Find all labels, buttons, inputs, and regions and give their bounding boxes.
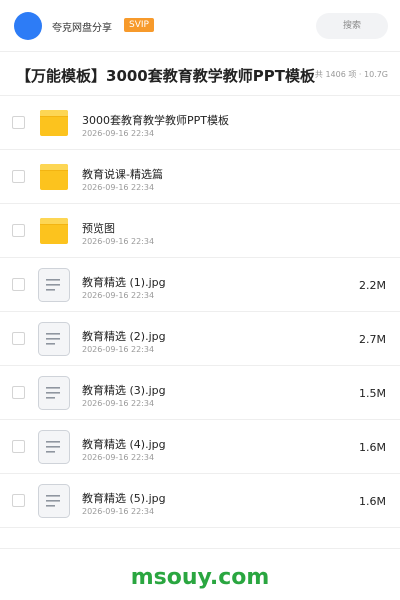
- share-owner-name: 夸克网盘分享: [52, 23, 112, 34]
- file-name[interactable]: 教育说课-精选篇: [82, 166, 163, 182]
- file-date: 2026-09-16 22:34: [82, 129, 155, 138]
- folder-icon: [38, 214, 70, 248]
- file-size: 2.2M: [359, 279, 386, 292]
- select-checkbox[interactable]: [12, 386, 25, 399]
- file-name[interactable]: 预览图: [82, 220, 115, 236]
- folder-icon: [38, 106, 70, 140]
- file-date: 2026-09-16 22:34: [82, 345, 155, 354]
- file-date: 2026-09-16 22:34: [82, 183, 155, 192]
- select-checkbox[interactable]: [12, 224, 25, 237]
- document-icon: [38, 430, 70, 464]
- select-checkbox[interactable]: [12, 332, 25, 345]
- file-name[interactable]: 教育精选 (5).jpg: [82, 490, 166, 506]
- select-checkbox[interactable]: [12, 278, 25, 291]
- list-item[interactable]: 教育精选 (2).jpg 2026-09-16 22:34 2.7M: [0, 312, 400, 366]
- select-checkbox[interactable]: [12, 170, 25, 183]
- folder-icon: [38, 160, 70, 194]
- file-name[interactable]: 教育精选 (2).jpg: [82, 328, 166, 344]
- file-name[interactable]: 教育精选 (3).jpg: [82, 382, 166, 398]
- site-watermark: msouy.com: [130, 565, 270, 590]
- list-item[interactable]: 预览图 2026-09-16 22:34: [0, 204, 400, 258]
- list-item[interactable]: 3000套教育教学教师PPT模板 2026-09-16 22:34: [0, 96, 400, 150]
- file-date: 2026-09-16 22:34: [82, 453, 155, 462]
- file-date: 2026-09-16 22:34: [82, 399, 155, 408]
- document-icon: [38, 484, 70, 518]
- folder-summary: 共 1406 项 · 10.7G: [314, 70, 388, 79]
- document-icon: [38, 322, 70, 356]
- document-icon: [38, 376, 70, 410]
- top-bar: 夸克网盘分享 SVIP 搜索: [0, 0, 400, 52]
- file-size: 1.6M: [359, 495, 386, 508]
- document-icon: [38, 268, 70, 302]
- select-checkbox[interactable]: [12, 494, 25, 507]
- file-name[interactable]: 教育精选 (1).jpg: [82, 274, 166, 290]
- file-date: 2026-09-16 22:34: [82, 237, 155, 246]
- file-size: 1.6M: [359, 441, 386, 454]
- list-item[interactable]: 教育精选 (1).jpg 2026-09-16 22:34 2.2M: [0, 258, 400, 312]
- list-item[interactable]: 教育精选 (4).jpg 2026-09-16 22:34 1.6M: [0, 420, 400, 474]
- svip-badge: SVIP: [124, 18, 154, 32]
- select-checkbox[interactable]: [12, 440, 25, 453]
- file-name[interactable]: 3000套教育教学教师PPT模板: [82, 112, 229, 128]
- avatar[interactable]: [14, 12, 42, 40]
- select-checkbox[interactable]: [12, 116, 25, 129]
- file-list: 3000套教育教学教师PPT模板 2026-09-16 22:34 教育说课-精选篇…: [0, 96, 400, 528]
- search-button[interactable]: 搜索: [316, 13, 388, 39]
- file-name[interactable]: 教育精选 (4).jpg: [82, 436, 166, 452]
- file-size: 2.7M: [359, 333, 386, 346]
- list-item[interactable]: 教育精选 (3).jpg 2026-09-16 22:34 1.5M: [0, 366, 400, 420]
- list-item[interactable]: 教育精选 (5).jpg 2026-09-16 22:34 1.6M: [0, 474, 400, 528]
- file-date: 2026-09-16 22:34: [82, 291, 155, 300]
- folder-header: 【万能模板】3000套教育教学教师PPT模板 共 1406 项 · 10.7G: [0, 52, 400, 96]
- folder-title: 【万能模板】3000套教育教学教师PPT模板: [16, 67, 315, 85]
- file-size: 1.5M: [359, 387, 386, 400]
- file-date: 2026-09-16 22:34: [82, 507, 155, 516]
- list-item[interactable]: 教育说课-精选篇 2026-09-16 22:34: [0, 150, 400, 204]
